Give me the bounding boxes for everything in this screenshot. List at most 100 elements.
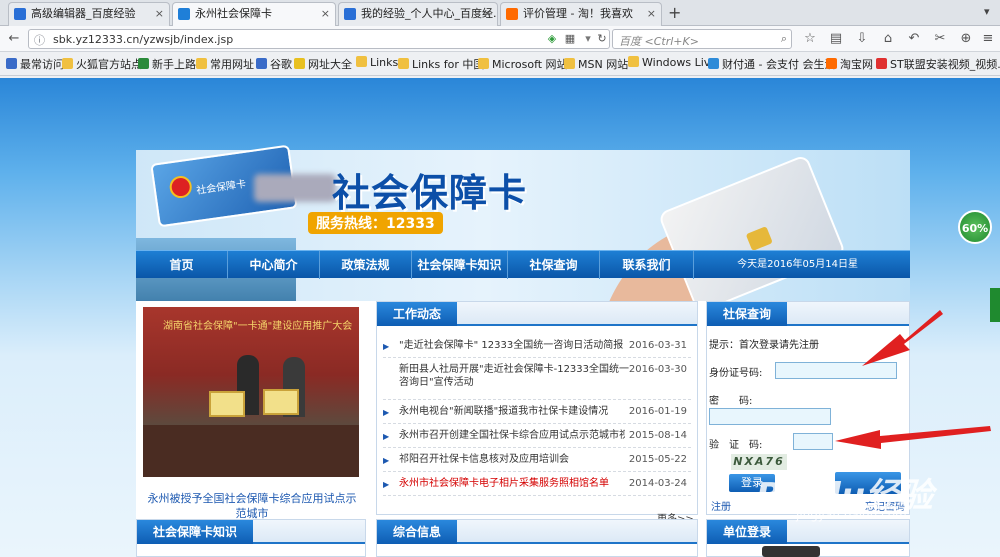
folder-icon: [196, 58, 207, 69]
bookmark-item[interactable]: 谷歌: [256, 56, 292, 72]
undo-icon[interactable]: ↶: [904, 29, 924, 49]
tab-baidu-editor[interactable]: 高级编辑器_百度经验 ×: [8, 2, 170, 26]
qr-icon[interactable]: ▦: [563, 32, 577, 45]
arrow-icon: ▶: [383, 456, 390, 465]
id-label: 身份证号码:: [709, 368, 763, 379]
news-header: 工作动态: [377, 302, 697, 326]
info-icon[interactable]: ⓘ: [34, 32, 45, 48]
news-item[interactable]: ▶ 永州电视台"新闻联播"报道我市社保卡建设情况 2016-01-19: [383, 400, 691, 424]
service-hotline: 服务热线：12333: [308, 212, 443, 234]
bookmark-item[interactable]: 淘宝网: [826, 56, 873, 72]
paw-icon: [344, 8, 356, 20]
bookmark-item[interactable]: 最常访问: [6, 56, 64, 72]
bookmark-item[interactable]: 网址大全: [294, 56, 352, 72]
site-title: 社会保障卡: [332, 171, 528, 215]
reload-icon[interactable]: ↻: [595, 32, 609, 45]
extension-icon[interactable]: ⊕: [956, 29, 976, 49]
search-icon[interactable]: ⌕: [781, 32, 787, 46]
tab-label: 高级编辑器_百度经验: [31, 7, 136, 20]
bookmark-icon: [6, 58, 17, 69]
arrow-icon: ▶: [383, 408, 390, 417]
star-icon[interactable]: ☆: [800, 29, 820, 49]
captcha-label: 验 证 码:: [709, 440, 763, 451]
news-item[interactable]: ▶ "走近社会保障卡" 12333全国统一咨询日活动简报 2016-03-31: [383, 334, 691, 358]
folder-icon: [398, 58, 409, 69]
video-icon: [876, 58, 887, 69]
bookmark-item[interactable]: Links for 中国: [398, 56, 484, 72]
new-tab-button[interactable]: +: [668, 3, 681, 22]
browser-chrome: 高级编辑器_百度经验 × 永州社会保障卡 × 我的经验_个人中心_百度经... …: [0, 0, 1000, 78]
tab-taobao-review[interactable]: 评价管理 - 淘！我喜欢 ×: [500, 2, 662, 26]
dropdown-icon[interactable]: ▾: [581, 32, 595, 45]
news-title: 工作动态: [377, 302, 458, 326]
close-icon[interactable]: ×: [647, 3, 656, 25]
download-icon[interactable]: ⇩: [852, 29, 872, 49]
menu-card-knowledge[interactable]: 社会保障卡知识: [412, 251, 508, 279]
close-icon[interactable]: ×: [155, 3, 164, 25]
query-header: 社保查询: [707, 302, 909, 326]
tab-yongzhou-card[interactable]: 永州社会保障卡 ×: [172, 2, 336, 27]
query-title: 社保查询: [707, 302, 788, 326]
back-button[interactable]: ←: [4, 29, 24, 49]
shield-icon[interactable]: ◈: [545, 32, 559, 45]
home-icon[interactable]: ⌂: [878, 29, 898, 49]
bookmark-item[interactable]: Windows Live: [628, 56, 717, 69]
news-item[interactable]: ▶ 永州市召开创建全国社保卡综合应用试点示范城市视频会 2015-08-14: [383, 424, 691, 448]
bookmark-item[interactable]: 财付通 - 会支付 会生活: [708, 56, 835, 72]
reading-list-icon[interactable]: ▤: [826, 29, 846, 49]
photo-sign: 湖南省社会保障"一卡通"建设应用推广大会: [163, 321, 353, 332]
captcha-input[interactable]: [793, 433, 833, 450]
card-knowledge-title: 社会保障卡知识: [137, 520, 254, 544]
tab-my-experience[interactable]: 我的经验_个人中心_百度经... ×: [338, 2, 498, 26]
close-icon[interactable]: ×: [321, 3, 330, 25]
card-label: 社会保障卡: [195, 178, 247, 197]
search-box[interactable]: 百度 <Ctrl+K> ⌕: [612, 29, 792, 49]
taobao-icon: [826, 58, 837, 69]
bookmark-item[interactable]: Microsoft 网站: [478, 56, 568, 72]
menu-policy[interactable]: 政策法规: [320, 251, 412, 279]
info-title: 综合信息: [377, 520, 458, 544]
news-item[interactable]: ▶ 永州市社会保障卡电子相片采集服务照相馆名单 2014-03-24: [383, 472, 691, 496]
menu-icon[interactable]: ≡: [978, 29, 998, 49]
tab-label: 我的经验_个人中心_百度经...: [361, 7, 498, 20]
bookmark-item[interactable]: Links: [356, 56, 398, 69]
menu-about[interactable]: 中心简介: [228, 251, 320, 279]
password-input[interactable]: [709, 408, 831, 425]
tab-list-chevron-icon[interactable]: ▾: [984, 5, 990, 18]
arrow-icon: ▶: [383, 432, 390, 441]
baidu-watermark: Baidu经验 jingyan.baidu.com: [756, 464, 946, 524]
news-item[interactable]: ▶ 祁阳召开社保卡信息核对及应用培训会 2015-05-22: [383, 448, 691, 472]
chip-icon: [745, 226, 773, 252]
arrow-icon: ▶: [383, 480, 390, 489]
search-placeholder: 百度 <Ctrl+K>: [619, 35, 699, 48]
bookmark-item[interactable]: 新手上路: [138, 56, 196, 72]
folder-icon: [628, 56, 639, 67]
register-link[interactable]: 注册: [711, 498, 731, 513]
info-panel: 综合信息: [376, 519, 698, 557]
speed-badge[interactable]: 60%: [958, 210, 992, 244]
menu-home[interactable]: 首页: [136, 251, 228, 279]
ceremony-photo[interactable]: 湖南省社会保障"一卡通"建设应用推广大会: [143, 307, 359, 477]
photo-caption[interactable]: 永州被授予全国社会保障卡综合应用试点示范城市: [146, 491, 358, 521]
menu-contact[interactable]: 联系我们: [600, 251, 694, 279]
shield-icon: [708, 58, 719, 69]
close-icon[interactable]: ×: [483, 3, 492, 25]
card-knowledge-panel: 社会保障卡知识: [136, 519, 366, 557]
screenshot-icon[interactable]: ✂: [930, 29, 950, 49]
bookmark-item[interactable]: 火狐官方站点: [62, 56, 142, 72]
id-number-input[interactable]: [775, 362, 897, 379]
today-date: 今天是2016年05月14日星: [737, 259, 858, 270]
bookmark-item[interactable]: MSN 网站: [564, 56, 628, 72]
folder-icon: [356, 56, 367, 67]
bookmark-item[interactable]: 常用网址: [196, 56, 254, 72]
news-item[interactable]: 新田县人社局开展"走近社会保障卡-12333全国统一咨询日"宣传活动 2016-0…: [383, 358, 691, 400]
card-knowledge-header: 社会保障卡知识: [137, 520, 365, 544]
bookmark-item[interactable]: ST联盟安装视频_视频...: [876, 56, 1000, 72]
input-method-bar[interactable]: [762, 546, 820, 557]
certificate-icon: [209, 391, 245, 417]
arrow-icon: ▶: [383, 342, 390, 351]
address-bar[interactable]: ⓘ sbk.yz12333.cn/yzwsjb/index.jsp ◈ ▦ ▾ …: [28, 29, 610, 49]
tab-bar: 高级编辑器_百度经验 × 永州社会保障卡 × 我的经验_个人中心_百度经... …: [0, 0, 1000, 27]
menu-query[interactable]: 社保查询: [508, 251, 600, 279]
site-banner: 社会保障卡 社会保障卡 服务热线：12333: [136, 144, 910, 322]
